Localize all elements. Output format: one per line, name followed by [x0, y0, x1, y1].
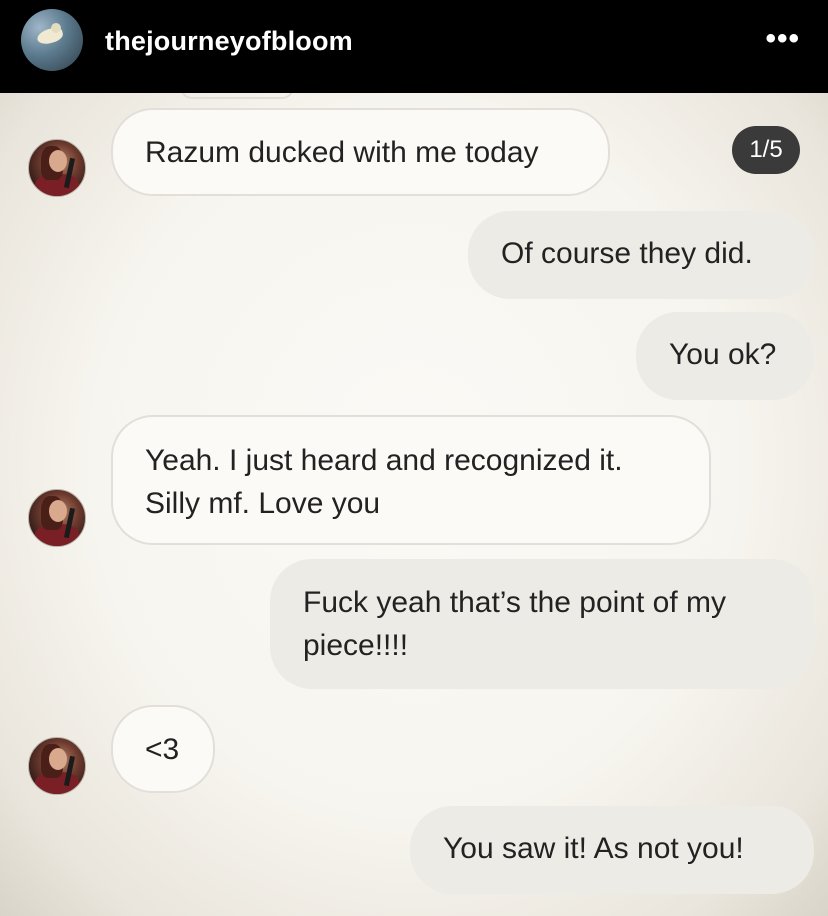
bird-head-image: [51, 23, 61, 33]
message-text-line: Yeah. I just heard and recognized it.: [145, 444, 623, 477]
message-incoming: <3: [111, 705, 215, 793]
message-text: Razum ducked with me today: [145, 136, 539, 169]
message-text-line: piece!!!!: [303, 629, 409, 662]
message-text: You ok?: [669, 338, 777, 371]
sender-avatar: [28, 139, 86, 197]
more-options-icon[interactable]: •••: [765, 24, 800, 54]
message-outgoing: You saw it! As not you!: [410, 806, 814, 894]
username-link[interactable]: thejourneyofbloom: [105, 24, 353, 58]
sender-avatar: [28, 737, 86, 795]
message-incoming: Razum ducked with me today: [111, 108, 610, 196]
message-text: Of course they did.: [501, 237, 753, 270]
message-outgoing: Fuck yeah that’s the point of my piece!!…: [270, 559, 814, 689]
message-text-line: Silly mf. Love you: [145, 487, 381, 520]
message-incoming: Yeah. I just heard and recognized it. Si…: [111, 415, 711, 545]
message-outgoing: Of course they did.: [468, 211, 814, 299]
previous-bubble-edge: [180, 93, 294, 99]
post-header: thejourneyofbloom •••: [0, 0, 828, 93]
message-text: You saw it! As not you!: [443, 832, 744, 865]
message-text: <3: [145, 733, 180, 766]
chat-screenshot: Razum ducked with me today Of course the…: [0, 93, 828, 916]
message-text-line: Fuck yeah that’s the point of my: [303, 586, 727, 619]
profile-avatar[interactable]: [21, 9, 83, 71]
message-outgoing: You ok?: [636, 312, 814, 400]
carousel-page-indicator: 1/5: [732, 126, 800, 174]
sender-avatar: [28, 489, 86, 547]
